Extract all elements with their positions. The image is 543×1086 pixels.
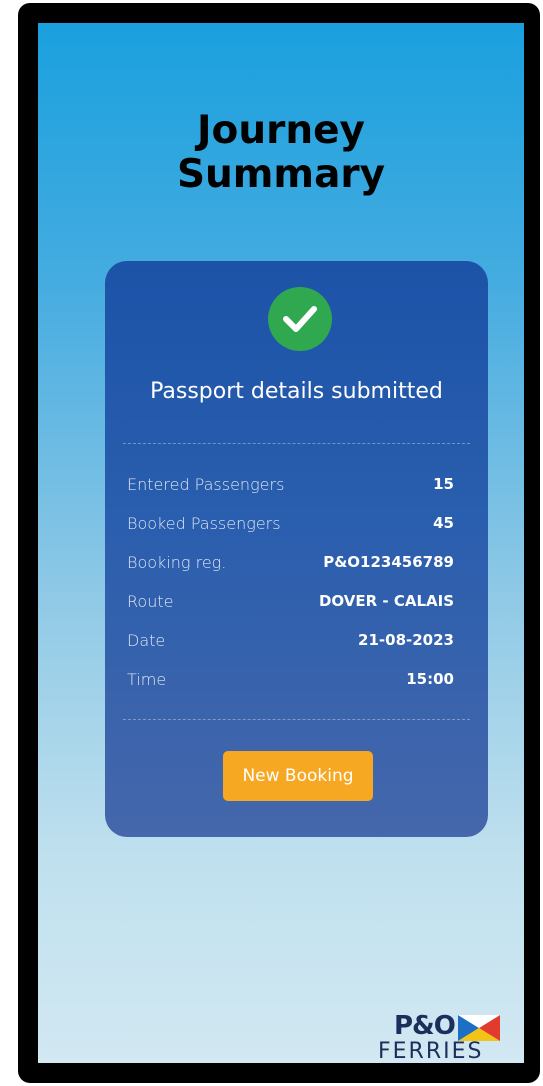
device-frame: Journey Summary Passport details submitt… [18, 3, 540, 1083]
detail-row-entered-passengers: Entered Passengers 15 [127, 475, 454, 514]
detail-value: 21-08-2023 [358, 631, 454, 649]
detail-label: Entered Passengers [127, 475, 285, 494]
checkmark-circle-icon [268, 287, 332, 351]
brand-name-top: P&O [394, 1011, 456, 1041]
p-and-o-flag-icon [458, 1015, 500, 1041]
checkmark-icon [283, 306, 317, 332]
app-screen: Journey Summary Passport details submitt… [38, 23, 524, 1063]
detail-label: Booked Passengers [127, 514, 281, 533]
detail-row-booked-passengers: Booked Passengers 45 [127, 514, 454, 553]
status-message: Passport details submitted [150, 379, 443, 404]
divider [123, 719, 470, 720]
detail-label: Booking reg. [127, 553, 227, 572]
page-title: Journey Summary [38, 109, 524, 197]
brand-name-bottom: FERRIES [378, 1039, 484, 1063]
detail-value: 15:00 [406, 670, 454, 688]
detail-row-booking-reg: Booking reg. P&O123456789 [127, 553, 454, 592]
p-and-o-ferries-logo: P&O FERRIES [374, 1011, 504, 1063]
page-title-line-1: Journey [197, 108, 365, 153]
detail-label: Route [127, 592, 174, 611]
detail-row-time: Time 15:00 [127, 670, 454, 709]
detail-row-date: Date 21-08-2023 [127, 631, 454, 670]
detail-value: DOVER - CALAIS [318, 592, 454, 610]
detail-value: P&O123456789 [323, 553, 454, 571]
detail-row-route: Route DOVER - CALAIS [127, 592, 454, 631]
detail-label: Time [127, 670, 167, 689]
journey-summary-card: Passport details submitted Entered Passe… [105, 261, 488, 837]
detail-value: 45 [433, 514, 454, 532]
booking-details-list: Entered Passengers 15 Booked Passengers … [127, 475, 454, 709]
new-booking-button[interactable]: New Booking [223, 751, 373, 801]
detail-label: Date [127, 631, 166, 650]
detail-value: 15 [433, 475, 454, 493]
divider [123, 443, 470, 444]
page-title-line-2: Summary [176, 152, 386, 197]
